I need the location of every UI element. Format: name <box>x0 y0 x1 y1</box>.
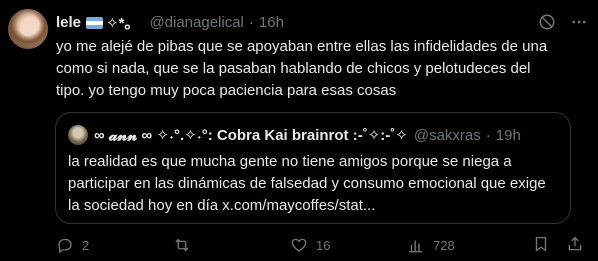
author-emoji: ✧*。 <box>106 14 140 32</box>
tweet-text: yo me alejé de pibas que se apoyaban ent… <box>56 38 548 99</box>
reply-button[interactable]: 2 <box>56 236 173 254</box>
separator-dot: · <box>248 13 254 31</box>
quote-time: 19h <box>495 126 521 144</box>
views-count: 728 <box>433 237 455 253</box>
reply-count: 2 <box>82 237 90 253</box>
like-button[interactable]: 16 <box>290 236 407 254</box>
tweet-header: lele ✧*。 @dianagelical · 16h <box>56 12 588 32</box>
heart-icon <box>291 238 307 252</box>
argentina-flag-icon <box>86 17 104 29</box>
quote-separator-dot: · <box>485 126 491 144</box>
repost-button[interactable] <box>173 236 290 254</box>
bookmark-button[interactable] <box>532 235 550 256</box>
quote-author-handle: @sakxras <box>413 126 481 144</box>
avatar-image <box>8 9 48 49</box>
secondary-actions <box>532 235 584 256</box>
reply-icon <box>58 238 72 254</box>
bookmark-icon <box>535 236 547 252</box>
header-actions <box>538 13 588 31</box>
repost-icon <box>175 238 189 252</box>
author-name[interactable]: lele <box>56 14 81 31</box>
quote-header: ∞ 𝓪𝓷𝓷 ∞ ✧˖°.✧˖°: Cobra Kai brainrot :-˚✧… <box>68 125 560 145</box>
views-icon <box>409 240 422 253</box>
more-icon[interactable] <box>570 13 588 31</box>
tweet-time[interactable]: 16h <box>259 14 284 31</box>
share-button[interactable] <box>566 235 584 256</box>
author-avatar[interactable] <box>8 9 48 49</box>
quote-author-name: ∞ 𝓪𝓷𝓷 ∞ ✧˖°.✧˖°: Cobra Kai brainrot :-˚✧… <box>94 127 408 144</box>
tweet-actions: 2 16 728 <box>56 235 584 255</box>
quoted-tweet[interactable]: ∞ 𝓪𝓷𝓷 ∞ ✧˖°.✧˖°: Cobra Kai brainrot :-˚✧… <box>55 112 571 224</box>
like-count: 16 <box>316 237 331 253</box>
quote-avatar <box>68 125 88 145</box>
mute-icon[interactable] <box>538 13 556 31</box>
views-button[interactable]: 728 <box>407 236 527 254</box>
quote-text: la realidad es que mucha gente no tiene … <box>68 153 546 214</box>
share-icon <box>568 236 582 250</box>
author-handle[interactable]: @dianagelical <box>149 14 243 31</box>
